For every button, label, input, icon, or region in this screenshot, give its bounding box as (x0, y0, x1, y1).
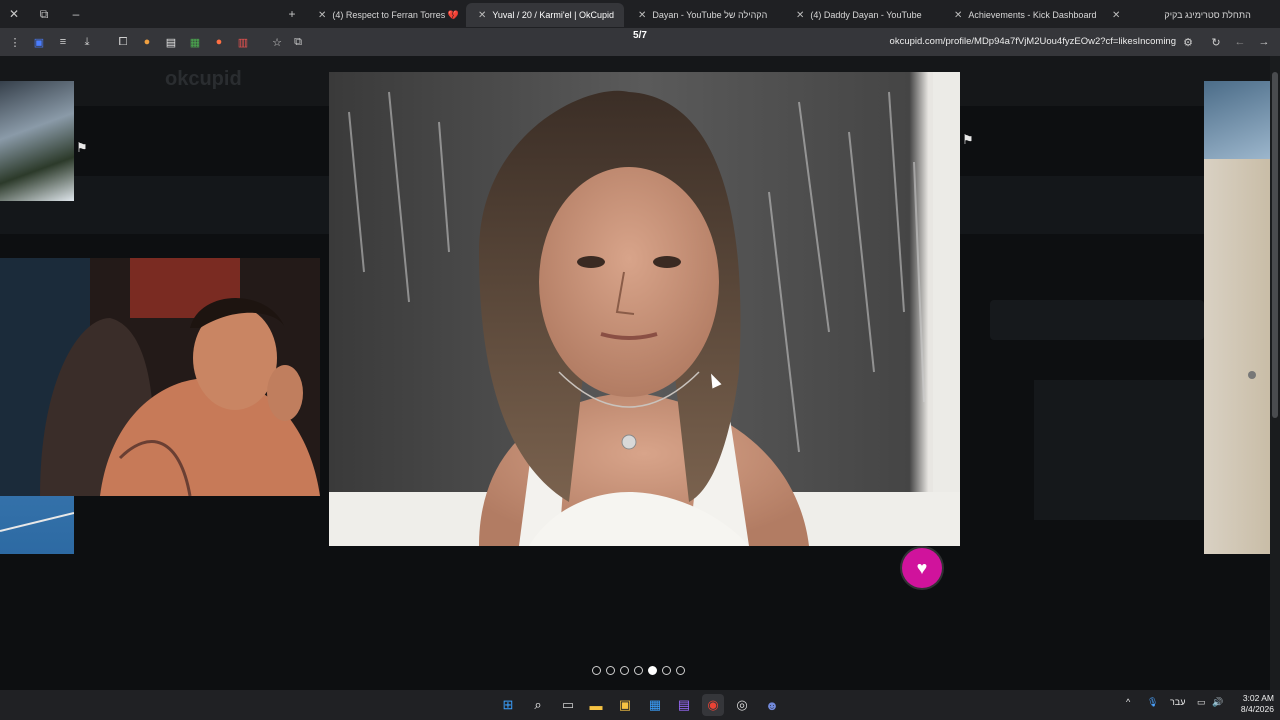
search-icon[interactable]: ⌕ (527, 694, 549, 716)
language-indicator[interactable]: עבר (1170, 697, 1185, 707)
tab-okcupid[interactable]: ✕ Yuval / 20 / Karmi'el | OkCupid (466, 3, 624, 27)
door-handle (1248, 371, 1256, 379)
tab-actions-icon[interactable]: ⧉ (30, 0, 58, 28)
tab-kick-streaming[interactable]: ✕ התחלת סטרימינג בקיק (1100, 3, 1256, 27)
new-tab-icon[interactable]: + (278, 0, 306, 28)
pagination-dot[interactable] (634, 666, 643, 675)
clock-time: 3:02 AM (1242, 693, 1274, 703)
puzzle-icon[interactable]: ⧠ (111, 30, 135, 54)
tab-label: Achievements - Kick Dashboard (968, 10, 1096, 20)
webcam-overlay (0, 258, 320, 496)
store-icon[interactable]: ▣ (614, 694, 636, 716)
pagination-dot[interactable] (606, 666, 615, 675)
volume-icon[interactable]: 🔊 (1212, 697, 1223, 708)
chevron-up-icon[interactable]: ^ (1126, 697, 1130, 707)
tab-close-icon[interactable]: ✕ (318, 10, 326, 21)
reload-icon[interactable]: ↻ (1204, 30, 1228, 54)
previous-photo[interactable] (0, 81, 74, 201)
app-icon[interactable]: ▤ (673, 694, 695, 716)
site-logo: okcupid (165, 68, 242, 90)
download-icon[interactable]: ⤓ (75, 30, 99, 54)
tab-label: Yuval / 20 / Karmi'el | OkCupid (492, 10, 615, 20)
obs-icon[interactable]: ◎ (731, 694, 753, 716)
window-panel (1204, 81, 1270, 159)
network-icon[interactable]: ▭ (1197, 697, 1206, 708)
file-explorer-icon[interactable]: ▬ (585, 694, 607, 716)
tab-kick-dashboard[interactable]: ✕ Achievements - Kick Dashboard (942, 3, 1096, 27)
start-icon[interactable]: ⊞ (497, 694, 519, 716)
extension-icon[interactable]: ▤ (159, 30, 183, 54)
heart-icon: ♥ (916, 557, 928, 578)
extension-icon[interactable]: ▣ (27, 30, 51, 54)
forward-icon[interactable]: ← (1228, 30, 1252, 54)
extension-icon[interactable]: ● (135, 30, 159, 54)
next-photo[interactable] (1204, 81, 1270, 554)
tab-dayan-community[interactable]: ✕ Dayan - YouTube הקהילה של (626, 3, 778, 27)
scrollbar-thumb[interactable] (1272, 72, 1278, 418)
system-clock[interactable]: 3:02 AM 8/4/2026 (1230, 693, 1274, 715)
pagination-dot[interactable] (592, 666, 601, 675)
report-flag-icon[interactable]: ⚑ (76, 140, 88, 156)
site-settings-icon[interactable]: ⚙ (1176, 30, 1200, 54)
pagination-dot[interactable] (662, 666, 671, 675)
tab-close-icon[interactable]: ✕ (638, 10, 646, 21)
tab-close-icon[interactable]: ✕ (954, 10, 962, 21)
profile-card (990, 300, 1204, 340)
pagination-dot[interactable] (620, 666, 629, 675)
tab-label: (4) Respect to Ferran Torres 💔 (332, 9, 459, 20)
photos-icon[interactable]: ▦ (644, 694, 666, 716)
chrome-icon[interactable]: ◉ (702, 694, 724, 716)
tab-close-icon[interactable]: ✕ (796, 10, 804, 21)
extension-icon[interactable]: ▥ (231, 30, 255, 54)
tab-label: (4) Daddy Dayan - YouTube (810, 10, 922, 20)
microphone-icon[interactable]: 🎙 (1147, 697, 1158, 708)
profile-thumbnail (1034, 380, 1204, 520)
back-icon[interactable]: → (1252, 30, 1276, 54)
share-icon[interactable]: ⧉ (286, 30, 310, 54)
tab-label: התחלת סטרימינג בקיק (1164, 10, 1251, 20)
extension-icon[interactable]: ▦ (183, 30, 207, 54)
tab-close-icon[interactable]: ✕ (1112, 10, 1120, 21)
playlist-icon[interactable]: ≡ (51, 30, 75, 54)
close-icon[interactable]: ✕ (0, 0, 28, 28)
pagination-dot-active[interactable] (648, 666, 657, 675)
streamer-webcam (0, 258, 320, 496)
report-flag-icon[interactable]: ⚑ (962, 132, 974, 148)
clock-date: 8/4/2026 (1240, 704, 1274, 714)
tab-ferran-torres[interactable]: ✕ (4) Respect to Ferran Torres 💔 (306, 3, 462, 27)
main-photo[interactable] (329, 72, 960, 546)
discord-icon[interactable]: ☻ (761, 694, 783, 716)
portrait-photo (329, 72, 960, 546)
photo-pagination (592, 666, 685, 675)
menu-icon[interactable]: ⋮ (3, 30, 27, 54)
photo-counter: 5/7 (633, 30, 647, 41)
taskbar (0, 690, 1280, 720)
task-view-icon[interactable]: ▭ (557, 694, 579, 716)
pagination-dot[interactable] (676, 666, 685, 675)
like-photo-button[interactable]: ♥ (902, 548, 942, 588)
minimize-icon[interactable]: – (62, 0, 90, 28)
address-bar[interactable]: okcupid.com/profile/MDp94a7fVjM2Uou4fyzE… (838, 33, 1176, 51)
tab-label: Dayan - YouTube הקהילה של (652, 10, 768, 20)
tab-bar: ✕ ⧉ – + ✕ (4) Respect to Ferran Torres 💔… (0, 0, 1280, 28)
tab-daddy-dayan[interactable]: ✕ (4) Daddy Dayan - YouTube (784, 3, 936, 27)
extension-icon[interactable]: ● (207, 30, 231, 54)
tab-close-icon[interactable]: ✕ (478, 10, 486, 21)
